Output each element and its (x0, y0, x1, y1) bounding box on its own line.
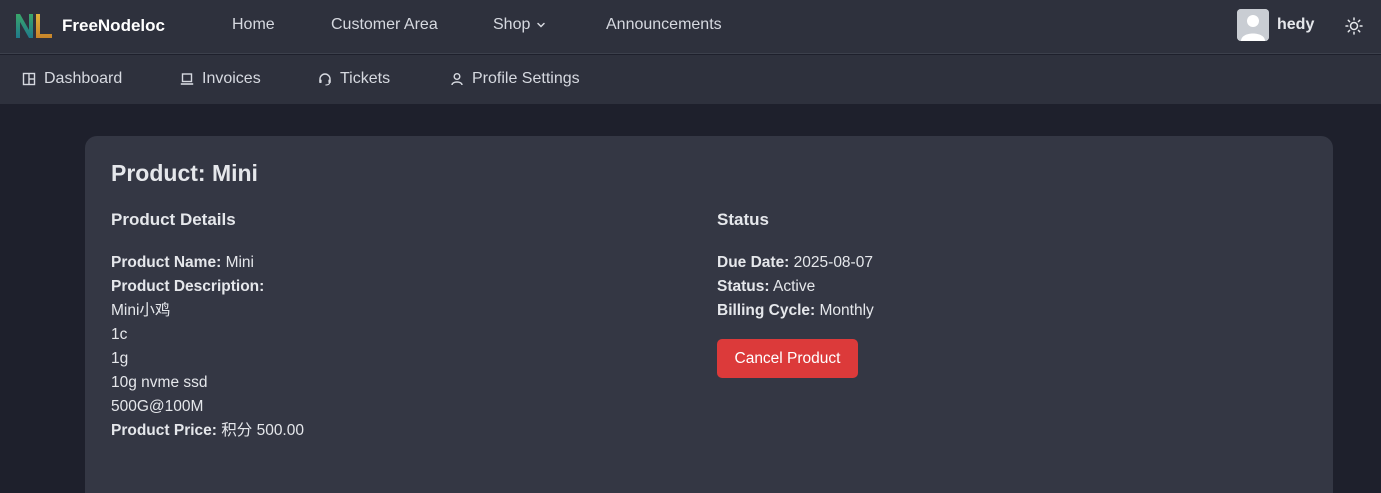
page-title: Product: Mini (111, 160, 258, 186)
subnav-dashboard-label: Dashboard (44, 70, 123, 87)
billing-cycle-label: Billing Cycle: (717, 302, 816, 319)
nav-customer-area[interactable]: Customer Area (331, 16, 438, 34)
subnav-dashboard[interactable]: Dashboard (22, 70, 122, 88)
chevron-down-icon (537, 22, 546, 28)
subnav-profile-label: Profile Settings (472, 70, 580, 87)
nav-shop-dropdown[interactable]: Shop (493, 16, 546, 34)
product-description-row: Product Description: (111, 275, 304, 299)
product-card: Product: Mini Product Details Product Na… (85, 136, 1333, 493)
dashboard-icon (22, 72, 36, 86)
laptop-icon (180, 73, 194, 85)
status-details: Due Date: 2025-08-07 Status: Active Bill… (717, 251, 874, 323)
subnav-profile-settings[interactable]: Profile Settings (450, 70, 580, 88)
billing-cycle-row: Billing Cycle: Monthly (717, 299, 874, 323)
nav-shop-label: Shop (493, 16, 531, 33)
avatar[interactable] (1237, 9, 1269, 41)
description-line: Mini小鸡 (111, 302, 171, 319)
user-avatar-icon (1237, 9, 1269, 41)
description-line: 1g (111, 350, 129, 367)
product-price-label: Product Price: (111, 422, 217, 439)
status-value: Active (773, 278, 816, 295)
user-icon (451, 73, 463, 86)
due-date-label: Due Date: (717, 254, 790, 271)
product-name-value: Mini (225, 254, 254, 271)
product-details: Product Name: Mini Product Description: … (111, 251, 304, 443)
brand-logo[interactable] (14, 11, 54, 41)
status-row: Status: Active (717, 275, 874, 299)
description-line: 500G@100M (111, 398, 204, 415)
status-label: Status: (717, 278, 770, 295)
nl-logo-icon (16, 14, 52, 38)
subnav-tickets[interactable]: Tickets (318, 70, 390, 88)
nav-home[interactable]: Home (232, 16, 275, 34)
billing-cycle-value: Monthly (819, 302, 874, 319)
product-details-heading: Product Details (111, 210, 236, 229)
brand-name[interactable]: FreeNodeloc (62, 16, 165, 36)
status-heading: Status (717, 210, 769, 229)
headset-icon (319, 73, 331, 86)
product-name-row: Product Name: Mini (111, 251, 304, 275)
nav-announcements[interactable]: Announcements (606, 16, 722, 34)
description-line: 10g nvme ssd (111, 374, 208, 391)
due-date-row: Due Date: 2025-08-07 (717, 251, 874, 275)
product-price-row: Product Price: 积分 500.00 (111, 419, 304, 443)
sub-navbar: Dashboard Invoices Tickets Profile Setti… (0, 55, 1381, 104)
username[interactable]: hedy (1277, 16, 1314, 34)
sun-icon[interactable] (1345, 17, 1363, 35)
product-name-label: Product Name: (111, 254, 222, 271)
description-line: 1c (111, 326, 128, 343)
due-date-value: 2025-08-07 (793, 254, 873, 271)
cancel-product-button[interactable]: Cancel Product (717, 339, 858, 378)
product-price-value: 积分 500.00 (221, 422, 304, 439)
subnav-tickets-label: Tickets (340, 70, 391, 87)
product-description-label: Product Description: (111, 278, 265, 295)
subnav-invoices-label: Invoices (202, 70, 261, 87)
subnav-invoices[interactable]: Invoices (180, 70, 261, 88)
top-navbar: FreeNodeloc Home Customer Area Shop Anno… (0, 0, 1381, 54)
